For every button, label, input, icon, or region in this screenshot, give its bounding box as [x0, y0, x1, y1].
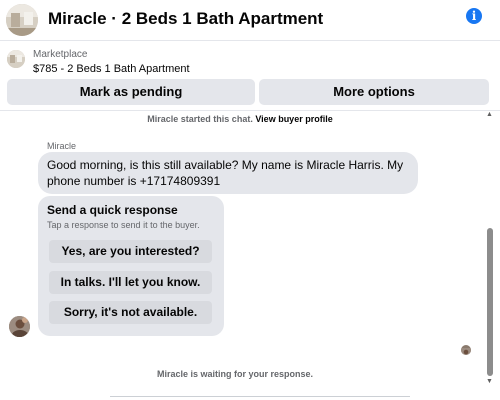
quick-response-subtitle: Tap a response to send it to the buyer.	[47, 220, 200, 230]
buyer-avatar[interactable]	[9, 316, 30, 337]
quick-response-yes-button[interactable]: Yes, are you interested?	[49, 240, 212, 263]
listing-thumbnail-small	[7, 50, 25, 68]
conversation-title: Miracle · 2 Beds 1 Bath Apartment	[48, 9, 324, 28]
listing-summary[interactable]: Marketplace $785 - 2 Beds 1 Bath Apartme…	[0, 42, 500, 78]
view-buyer-profile-link[interactable]: View buyer profile	[255, 114, 332, 124]
quick-response-title: Send a quick response	[47, 203, 178, 217]
seen-by-avatar	[461, 345, 471, 355]
chat-started-notice: Miracle started this chat. View buyer pr…	[0, 114, 480, 124]
divider	[0, 110, 500, 111]
composer-divider	[110, 396, 410, 397]
quick-response-in-talks-button[interactable]: In talks. I'll let you know.	[49, 271, 212, 294]
waiting-status: Miracle is waiting for your response.	[156, 369, 314, 379]
listing-title: $785 - 2 Beds 1 Bath Apartment	[33, 63, 190, 75]
scroll-down-arrow-icon[interactable]: ▼	[485, 378, 494, 386]
scroll-up-arrow-icon[interactable]: ▲	[485, 111, 494, 119]
chat-thread: Miracle started this chat. View buyer pr…	[0, 110, 500, 400]
more-options-button[interactable]: More options	[259, 79, 489, 105]
sender-name: Miracle	[47, 141, 77, 151]
listing-source-label: Marketplace	[33, 49, 88, 60]
chat-started-text: Miracle started this chat.	[147, 114, 253, 124]
chat-scrollbar[interactable]: ▲ ▼	[485, 110, 494, 388]
listing-thumbnail[interactable]	[6, 4, 38, 36]
quick-response-not-available-button[interactable]: Sorry, it's not available.	[49, 301, 212, 324]
info-icon[interactable]: i	[466, 8, 482, 24]
chat-header: Miracle · 2 Beds 1 Bath Apartment i	[0, 0, 500, 41]
quick-response-card: Send a quick response Tap a response to …	[38, 196, 224, 336]
message-bubble: Good morning, is this still available? M…	[38, 152, 418, 194]
scroll-thumb[interactable]	[487, 228, 493, 376]
mark-as-pending-button[interactable]: Mark as pending	[7, 79, 255, 105]
